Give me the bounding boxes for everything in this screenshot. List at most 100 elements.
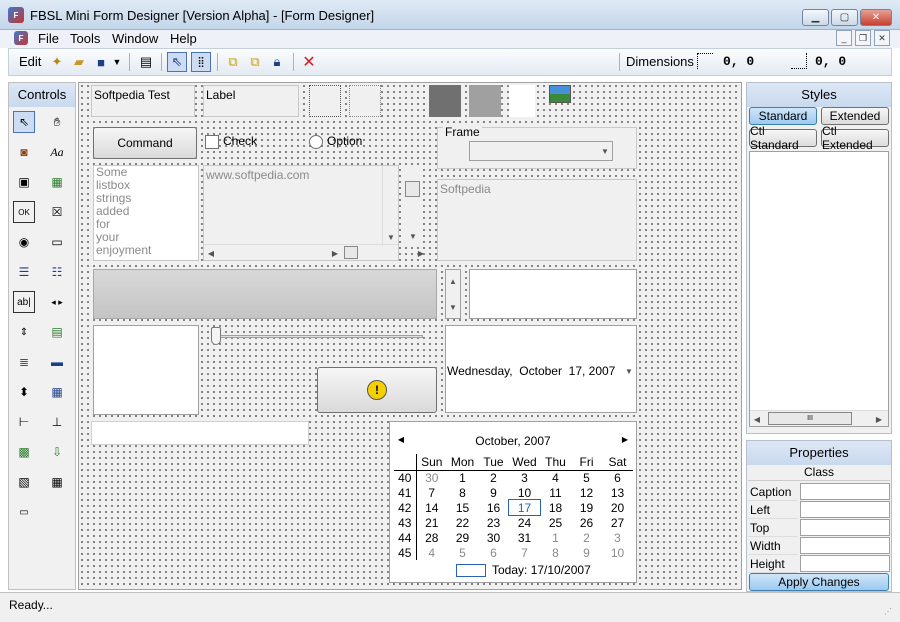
calendar-day[interactable]: 5 (447, 545, 478, 560)
picture-tool-icon[interactable]: ◙ (13, 141, 35, 163)
scroll-thumb[interactable] (344, 246, 358, 259)
image-icon[interactable] (549, 85, 571, 103)
mdi-minimize-button[interactable]: _ (836, 30, 852, 46)
maximize-button[interactable]: ▢ (831, 9, 858, 26)
calendar-day[interactable]: 8 (447, 485, 478, 500)
mid-shape[interactable] (469, 85, 501, 117)
calendar-day[interactable]: 12 (571, 485, 602, 500)
trackbar[interactable] (209, 325, 425, 355)
scroll-down-icon[interactable]: ▼ (408, 231, 418, 241)
close-button[interactable]: ✕ (860, 9, 892, 26)
combobox-tool-icon[interactable]: ☷ (46, 261, 68, 283)
check-checkbox[interactable] (205, 135, 219, 149)
listbox[interactable]: Some listbox strings added for your enjo… (93, 165, 199, 261)
calendar-day[interactable]: 14 (416, 500, 447, 515)
menu-tools[interactable]: Tools (70, 30, 100, 48)
top-field[interactable] (800, 519, 890, 536)
open-folder-icon[interactable]: ▰ (69, 52, 89, 72)
download-tool-icon[interactable]: ⇩ (46, 441, 68, 463)
calendar-day[interactable]: 2 (571, 530, 602, 545)
calendar-day[interactable]: 4 (416, 545, 447, 560)
scroll-down-icon[interactable]: ▼ (386, 232, 396, 242)
menu-file[interactable]: File (38, 30, 59, 48)
month-calendar[interactable]: ◀ October, 2007 ▶ Sun Mon Tue Wed Thu Fr… (389, 421, 637, 583)
frame-tool-icon[interactable]: ▣ (13, 171, 35, 193)
calendar-day[interactable]: 1 (447, 470, 478, 485)
grid-tool-icon[interactable]: ▦ (46, 471, 68, 493)
calendar-day[interactable]: 23 (478, 515, 509, 530)
dark-shape[interactable] (429, 85, 461, 117)
listview-tool-icon[interactable]: ▦ (46, 381, 68, 403)
scroll-right-icon[interactable]: ▶ (416, 248, 426, 258)
list-item[interactable]: enjoyment (96, 244, 198, 257)
image-tool-icon[interactable]: ▦ (46, 171, 68, 193)
calendar-day[interactable]: 19 (571, 500, 602, 515)
calendar-day[interactable]: 20 (602, 500, 633, 515)
calendar-day[interactable]: 8 (540, 545, 571, 560)
bring-front-icon[interactable]: ⧉ (223, 52, 243, 72)
calendar-day[interactable]: 31 (509, 530, 540, 545)
richtext-box[interactable]: Softpedia (437, 179, 637, 261)
calendar-day[interactable]: 30 (478, 530, 509, 545)
progress-tool-icon[interactable]: ▬ (46, 351, 68, 373)
calendar-day[interactable]: 4 (540, 470, 571, 485)
label-tool-icon[interactable]: Aa (46, 141, 68, 163)
label-control[interactable]: Label (203, 85, 299, 117)
vscroll-control[interactable]: ▼ (405, 165, 421, 245)
calendar-day[interactable]: 27 (602, 515, 633, 530)
calendar-day[interactable]: 6 (478, 545, 509, 560)
richtext-tool-icon[interactable]: ≣ (13, 351, 35, 373)
calendar-day[interactable]: 26 (571, 515, 602, 530)
calendar-day[interactable]: 15 (447, 500, 478, 515)
style-ctl-extended-button[interactable]: Ctl Extended (821, 124, 889, 152)
vertical-scrollbar[interactable]: ▼ (382, 166, 398, 246)
calendar-day[interactable]: 29 (447, 530, 478, 545)
scroll-left-icon[interactable]: ◀ (206, 248, 216, 258)
spin-tool-icon[interactable]: ⇕ (13, 321, 35, 343)
animation-tool-icon[interactable]: ▤ (46, 321, 68, 343)
select-arrow-icon[interactable]: ⇖ (167, 52, 187, 72)
spin-up-icon[interactable]: ▲ (448, 276, 458, 286)
mdi-close-button[interactable]: ✕ (874, 30, 890, 46)
listbox-tool-icon[interactable]: ☰ (13, 261, 35, 283)
styles-list[interactable]: ◀ III ▶ (749, 151, 889, 427)
scroll-right-icon[interactable]: ▶ (874, 414, 884, 424)
button-tool-icon[interactable]: OK (13, 201, 35, 223)
textbox-softpedia[interactable]: Softpedia Test (91, 85, 195, 117)
scroll-thumb[interactable]: III (768, 412, 852, 425)
combo-dropdown-icon[interactable]: ▼ (600, 146, 610, 156)
menu-window[interactable]: Window (112, 30, 158, 48)
option-radio[interactable] (309, 135, 323, 149)
calendar-next-icon[interactable]: ▶ (620, 434, 630, 444)
calendar-day[interactable]: 7 (509, 545, 540, 560)
calendar-day[interactable]: 16 (478, 500, 509, 515)
calendar-day[interactable]: 7 (416, 485, 447, 500)
more-tools-icon[interactable]: ▭ (13, 501, 35, 523)
updown-control[interactable]: ▲ ▼ (445, 269, 461, 319)
calendar-day[interactable]: 30 (416, 470, 447, 485)
calendar-day[interactable]: 10 (509, 485, 540, 500)
spin-down-icon[interactable]: ▼ (448, 302, 458, 312)
scroll-right-icon[interactable]: ▶ (330, 248, 340, 258)
width-field[interactable] (800, 537, 890, 554)
calendar-day[interactable]: 28 (416, 530, 447, 545)
grid-icon[interactable]: ⣿ (191, 52, 211, 72)
save-icon[interactable]: ■ (91, 52, 111, 72)
command-button[interactable]: Command (93, 127, 197, 159)
style-extended-button[interactable]: Extended (821, 107, 889, 125)
calendar-day[interactable]: 5 (571, 470, 602, 485)
hand-tool-icon[interactable]: ✋︎ (46, 111, 68, 133)
caption-field[interactable] (800, 483, 890, 500)
hscroll-tool-icon[interactable]: ◂ ▸ (46, 291, 68, 313)
styles-hscrollbar[interactable]: ◀ III ▶ (750, 410, 888, 426)
white-shape[interactable] (509, 85, 535, 117)
pointer-tool-icon[interactable]: ⇖ (13, 111, 35, 133)
style-standard-button[interactable]: Standard (749, 107, 817, 125)
groupbox-tool-icon[interactable]: ▭ (46, 231, 68, 253)
form-design-surface[interactable]: Softpedia Test Label Command Check Optio… (78, 82, 742, 590)
checkbox-tool-icon[interactable]: ☒ (46, 201, 68, 223)
page-icon[interactable]: ▤ (136, 52, 156, 72)
date-picker[interactable]: Wednesday, October 17, 2007 ▼ (445, 325, 637, 413)
new-icon[interactable]: ✦ (47, 52, 67, 72)
send-back-icon[interactable]: ⧉ (245, 52, 265, 72)
